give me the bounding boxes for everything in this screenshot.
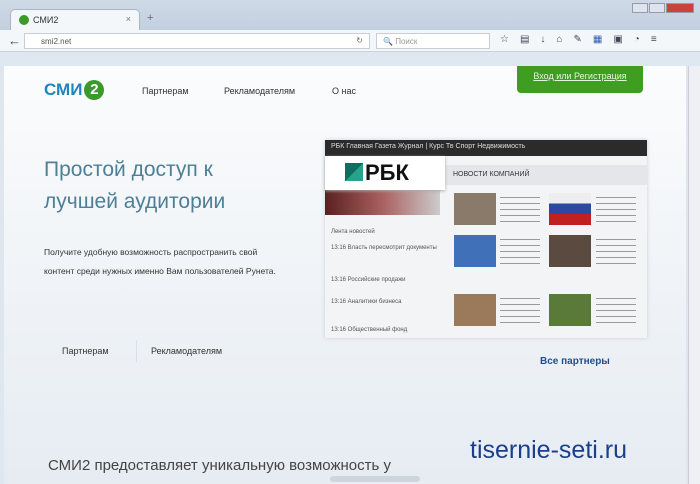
reload-icon[interactable]: ↻ [356,36,363,45]
download-icon[interactable]: ↓ [540,34,545,45]
tab-title: СМИ2 [33,15,59,25]
news-thumb [549,235,591,267]
back-icon[interactable]: ← [8,33,21,48]
home-icon[interactable]: ⌂ [556,34,562,45]
site-logo[interactable]: СМИ 2 [44,80,105,100]
nav-toolbar: ← smi2.net ↻ 🔍 Поиск ☆ ▤ ↓ ⌂ ✎ ▦ ▣ ◔ ≡ [0,30,700,52]
horizontal-scrollbar[interactable] [330,476,420,482]
watermark: tisernie-seti.ru [470,436,627,464]
bottom-text: СМИ2 предоставляет уникальную возможност… [48,457,391,474]
advertisers-button[interactable]: Рекламодателям [151,346,222,356]
lead-text: Получите удобную возможность распростран… [44,247,276,276]
close-window-button[interactable] [666,3,694,13]
title-bar: СМИ2 × + [0,0,700,31]
url-text: smi2.net [41,37,72,46]
logo-badge: 2 [84,80,105,100]
news-caption [596,194,636,222]
search-placeholder: Поиск [395,37,418,46]
news-caption [596,295,636,323]
news-thumb [454,294,496,326]
nav-about[interactable]: О нас [332,86,356,96]
chat-icon[interactable]: ◔ [634,34,640,45]
news-caption [500,295,540,323]
partners-button[interactable]: Партнерам [62,346,109,356]
grid-icon[interactable]: ▦ [593,34,602,45]
toolbar-strip [0,52,700,66]
menu-icon[interactable]: ≡ [651,34,657,45]
headline: 13:16 Аналитики бизнеса [331,299,402,305]
news-caption [500,194,540,222]
rbk-text: РБК [365,160,409,185]
pen-icon[interactable]: ✎ [573,34,581,45]
showcase-video [325,190,440,215]
all-partners-link[interactable]: Все партнеры [540,356,610,367]
partner-showcase: РБК Главная Газета Журнал | Курс Тв Спор… [325,140,647,338]
news-thumb [549,294,591,326]
search-input[interactable]: 🔍 Поиск [376,33,490,49]
headline: 13:16 Общественный фонд [331,327,408,333]
headline: 13:16 Власть пересмотрит документы [331,245,437,251]
showcase-section: НОВОСТИ КОМПАНИЙ [445,165,647,185]
nav-advertisers[interactable]: Рекламодателям [224,86,295,96]
showcase-topbar: РБК Главная Газета Журнал | Курс Тв Спор… [325,140,647,156]
headline: 13:16 Российские продажи [331,277,406,283]
close-tab-icon[interactable]: × [126,14,131,24]
news-thumb [454,193,496,225]
vertical-scrollbar[interactable] [688,66,700,484]
favicon-icon [19,15,29,25]
browser-tab[interactable]: СМИ2 × [10,9,140,31]
hero-line-2: лучшей аудитории [44,190,226,213]
news-thumb [454,235,496,267]
minimize-button[interactable] [632,3,648,13]
divider [136,340,137,362]
new-tab-button[interactable]: + [147,12,153,24]
login-button[interactable]: Вход или Регистрация [517,66,643,93]
address-bar[interactable]: smi2.net ↻ [24,33,370,49]
rbk-logo: РБК [325,156,445,190]
nav-partners[interactable]: Партнерам [142,86,189,96]
screenshot-icon[interactable]: ▣ [613,34,622,45]
hero-line-1: Простой доступ к [44,158,213,181]
news-caption [596,236,636,264]
news-thumb [549,193,591,225]
news-caption [500,236,540,264]
clipboard-icon[interactable]: ▤ [520,34,529,45]
headline: Лента новостей [331,229,375,235]
logo-text: СМИ [44,80,83,99]
star-icon[interactable]: ☆ [500,34,509,45]
maximize-button[interactable] [649,3,665,13]
page-content: СМИ 2 Партнерам Рекламодателям О нас Вход… [4,66,686,484]
hero-title: Простой доступ к лучшей аудитории [44,154,225,218]
